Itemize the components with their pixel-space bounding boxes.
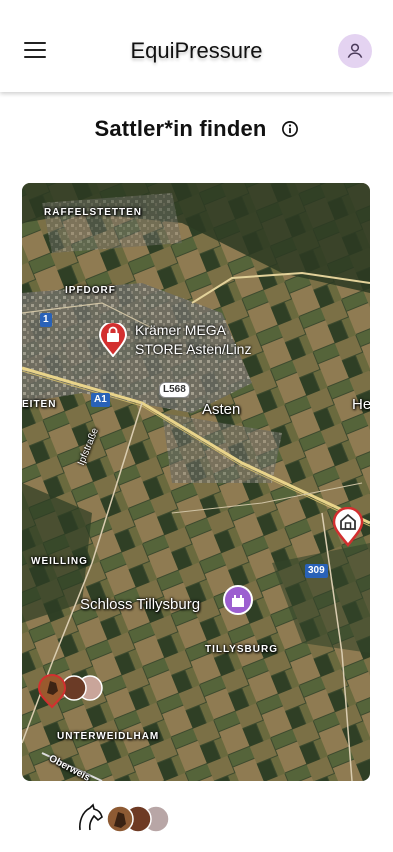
horse-avatar-cluster-icon[interactable] — [36, 673, 108, 709]
account-button[interactable] — [338, 34, 372, 68]
store-label: Krämer MEGA STORE Asten/Linz — [135, 322, 252, 357]
home-pin-icon[interactable] — [332, 507, 364, 547]
map-label: RAFFELSTETTEN — [44, 207, 142, 218]
map-label: TILLYSBURG — [205, 644, 278, 655]
app-title: EquiPressure — [130, 38, 263, 63]
road-shield: 309 — [305, 564, 328, 578]
map-label: IPFDORF — [65, 285, 116, 296]
map-label: WEILLING — [31, 556, 88, 567]
page-title: Sattler*in finden — [94, 116, 267, 141]
map-label: He — [352, 396, 370, 413]
app-bar: EquiPressure — [0, 0, 393, 92]
horse-logo-icon — [79, 803, 170, 833]
castle-pin-icon[interactable] — [223, 585, 253, 619]
map-label: EITEN — [22, 399, 57, 410]
map-label: Asten — [202, 401, 241, 418]
section-header: Sattler*in finden — [0, 116, 393, 142]
shopping-bag-pin-icon[interactable] — [98, 323, 128, 357]
map-view[interactable]: 1 A1 L568 309 RAFFELSTETTEN IPFDORF Kräm… — [22, 183, 370, 781]
road-shield: L568 — [159, 382, 190, 398]
info-icon[interactable] — [281, 120, 299, 138]
road-shield: A1 — [91, 393, 110, 407]
map-label: Schloss Tillysburg — [80, 596, 201, 613]
road-shield: 1 — [40, 313, 52, 327]
map-label: UNTERWEIDLHAM — [57, 731, 160, 742]
account-icon — [347, 43, 363, 58]
